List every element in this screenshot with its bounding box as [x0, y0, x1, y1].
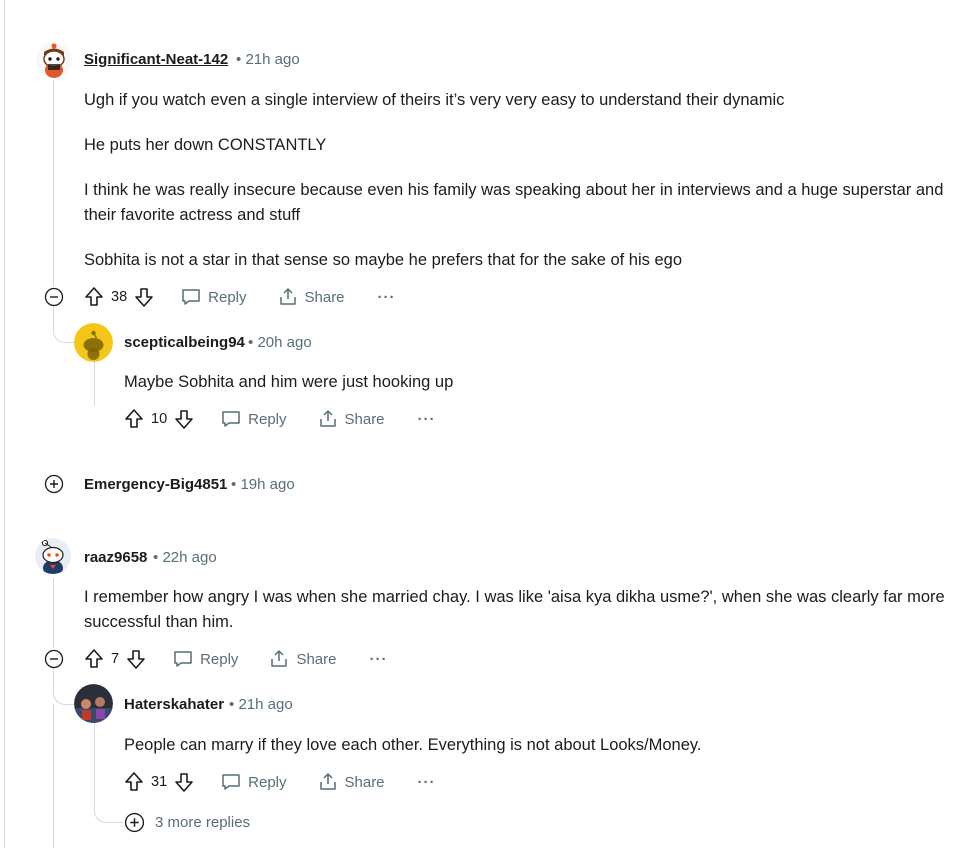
share-icon: [319, 410, 336, 427]
comment-author[interactable]: Emergency-Big4851: [84, 476, 227, 493]
avatar[interactable]: [74, 684, 113, 723]
share-label: Share: [296, 650, 337, 668]
downvote-icon[interactable]: [173, 771, 195, 793]
thread-line-c5: [94, 724, 95, 772]
thread-line-c4: [53, 578, 54, 648]
default-snoo-avatar-icon: [74, 323, 113, 362]
reply-button[interactable]: Reply: [221, 409, 287, 429]
separator-dot: •: [231, 476, 237, 493]
reply-icon: [174, 651, 192, 667]
comment-body-paragraph: Maybe Sobhita and him were just hooking …: [124, 373, 454, 391]
comment-timestamp[interactable]: 19h ago: [240, 476, 294, 493]
comment-author[interactable]: Significant-Neat-142: [84, 51, 228, 68]
more-options-button[interactable]: ···: [418, 774, 436, 791]
snoo-avatar-icon: [35, 538, 71, 574]
share-label: Share: [344, 773, 385, 791]
share-button[interactable]: Share: [278, 287, 345, 307]
share-button[interactable]: Share: [269, 649, 336, 669]
separator-dot: •: [229, 696, 235, 713]
avatar[interactable]: [36, 42, 72, 78]
more-options-button[interactable]: ···: [369, 651, 387, 668]
more-options-button[interactable]: ···: [418, 411, 436, 428]
more-replies-label: 3 more replies: [155, 814, 251, 831]
comment-timestamp[interactable]: 20h ago: [257, 334, 311, 351]
partial-action-icons: [85, 0, 305, 4]
share-icon: [271, 650, 288, 667]
reply-icon: [182, 289, 200, 305]
reply-button[interactable]: Reply: [221, 772, 287, 792]
comment-author[interactable]: scepticalbeing94: [124, 334, 245, 351]
comment-timestamp[interactable]: 21h ago: [238, 696, 292, 713]
reply-button[interactable]: Reply: [173, 649, 238, 669]
profile-photo-icon: [74, 684, 113, 723]
upvote-icon[interactable]: [123, 771, 145, 793]
reply-label: Reply: [208, 288, 247, 306]
comment-body-paragraph: Sobhita is not a star in that sense so m…: [84, 251, 683, 269]
previous-comment-actions-partial: [85, 0, 305, 4]
thread-curve-c1-reply: [53, 306, 74, 343]
thread-line-left: [4, 0, 5, 848]
share-icon: [319, 773, 336, 790]
comment-action-bar: 7 Reply Share ···: [83, 647, 387, 671]
reply-icon: [222, 774, 240, 790]
comment-timestamp[interactable]: 21h ago: [245, 51, 299, 68]
comment-meta: • 21h ago: [229, 696, 293, 713]
downvote-icon[interactable]: [133, 286, 155, 308]
upvote-icon[interactable]: [83, 648, 105, 670]
comment-action-bar: 38 Reply Share ···: [83, 285, 396, 309]
comment-author[interactable]: raaz9658: [84, 549, 147, 566]
vote-count: 7: [111, 651, 120, 667]
share-icon: [279, 288, 296, 305]
comment-body-paragraph: People can marry if they love each other…: [124, 736, 702, 754]
collapse-thread-icon[interactable]: [44, 649, 64, 669]
comment-meta: • 22h ago: [153, 549, 217, 566]
comment-meta: • 20h ago: [248, 334, 312, 351]
thread-curve-c4-reply: [53, 668, 74, 705]
comment-action-bar: 31 Reply Share ···: [123, 770, 436, 794]
reply-label: Reply: [248, 410, 287, 428]
vote-count: 31: [151, 774, 168, 790]
thread-line-c2: [94, 362, 95, 406]
expand-thread-icon[interactable]: [44, 474, 64, 494]
comment-meta: • 19h ago: [231, 476, 295, 493]
avatar[interactable]: [74, 323, 113, 362]
separator-dot: •: [153, 549, 159, 566]
comment-body-paragraph: He puts her down CONSTANTLY: [84, 136, 327, 154]
comment-action-bar: 10 Reply Share ···: [123, 407, 436, 431]
downvote-icon[interactable]: [173, 408, 195, 430]
share-button[interactable]: Share: [318, 772, 385, 792]
reply-button[interactable]: Reply: [181, 287, 247, 307]
reply-label: Reply: [200, 650, 239, 668]
upvote-icon[interactable]: [83, 286, 105, 308]
thread-line-c1: [53, 80, 54, 286]
reply-label: Reply: [248, 773, 287, 791]
downvote-icon[interactable]: [125, 648, 147, 670]
comment-body-paragraph: I remember how angry I was when she marr…: [84, 588, 945, 631]
comment-author[interactable]: Haterskahater: [124, 696, 224, 713]
upvote-icon[interactable]: [123, 408, 145, 430]
more-options-button[interactable]: ···: [378, 289, 396, 306]
share-label: Share: [304, 288, 345, 306]
comment-body-paragraph: Ugh if you watch even a single interview…: [84, 91, 785, 109]
more-replies-button[interactable]: 3 more replies: [124, 812, 250, 833]
expand-plus-icon: [124, 812, 145, 833]
share-button[interactable]: Share: [318, 409, 385, 429]
vote-count: 10: [151, 411, 168, 427]
thread-curve-more-replies: [94, 772, 123, 823]
thread-line-c4-cont: [53, 704, 54, 848]
comment-meta: • 21h ago: [236, 51, 300, 68]
collapse-thread-icon[interactable]: [44, 287, 64, 307]
share-label: Share: [344, 410, 385, 428]
snoo-avatar-icon: [36, 42, 72, 78]
vote-count: 38: [111, 289, 128, 305]
avatar[interactable]: [35, 538, 71, 574]
reply-icon: [222, 411, 240, 427]
separator-dot: •: [236, 51, 242, 68]
comment-timestamp[interactable]: 22h ago: [162, 549, 216, 566]
comment-body-paragraph: I think he was really insecure because e…: [84, 181, 944, 224]
separator-dot: •: [248, 334, 254, 351]
